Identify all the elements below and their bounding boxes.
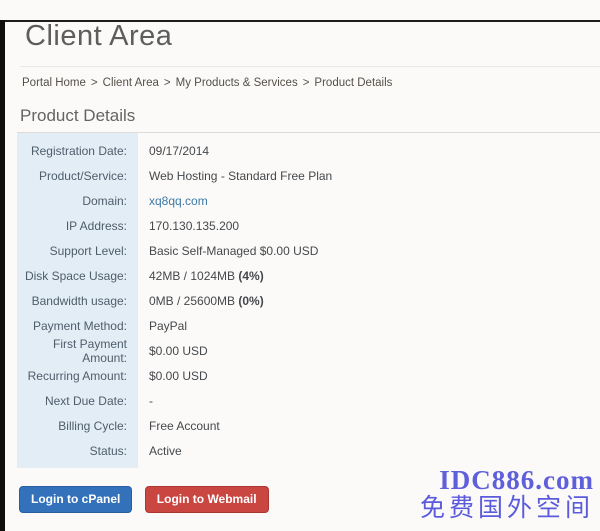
product-service-value: Web Hosting - Standard Free Plan [138,169,332,183]
bandwidth-percent: (0%) [238,294,263,308]
domain-link[interactable]: xq8qq.com [149,194,208,208]
row-label: First Payment Amount: [17,337,138,365]
table-row: Bandwidth usage: 0MB / 25600MB (0%) [17,288,600,313]
status-value: Active [138,444,182,458]
table-row: Next Due Date: - [17,388,600,413]
table-row: First Payment Amount: $0.00 USD [17,338,600,363]
payment-method-value: PayPal [138,319,187,333]
table-row: Status: Active [17,438,600,463]
row-label: Bandwidth usage: [17,294,138,308]
row-label: Support Level: [17,244,138,258]
breadcrumb-link-client-area[interactable]: Client Area [103,77,159,89]
window-top-edge [0,20,600,22]
support-level-value: Basic Self-Managed $0.00 USD [138,244,318,258]
page-title: Client Area [25,20,600,52]
disk-space-amount: 42MB / 1024MB [149,269,238,283]
window-left-edge [0,20,5,531]
breadcrumb-link-portal-home[interactable]: Portal Home [22,77,86,89]
table-row: IP Address: 170.130.135.200 [17,213,600,238]
row-label: Registration Date: [17,144,138,158]
table-row: Billing Cycle: Free Account [17,413,600,438]
breadcrumb-current-page: Product Details [314,77,392,89]
recurring-amount-value: $0.00 USD [138,369,208,383]
row-label: Next Due Date: [17,394,138,408]
bandwidth-usage-value: 0MB / 25600MB (0%) [138,294,264,308]
table-row: Registration Date: 09/17/2014 [17,138,600,163]
row-label: Domain: [17,194,138,208]
table-row: Domain: xq8qq.com [17,188,600,213]
registration-date-value: 09/17/2014 [138,144,209,158]
row-label: Payment Method: [17,319,138,333]
next-due-date-value: - [138,394,153,408]
bandwidth-amount: 0MB / 25600MB [149,294,238,308]
table-row: Support Level: Basic Self-Managed $0.00 … [17,238,600,263]
row-label: Recurring Amount: [17,369,138,383]
button-bar: Login to cPanel Login to Webmail [19,486,600,513]
section-title: Product Details [20,106,600,126]
table-row: Payment Method: PayPal [17,313,600,338]
disk-space-percent: (4%) [238,269,263,283]
breadcrumb-link-my-products-services[interactable]: My Products & Services [176,77,298,89]
row-label: Billing Cycle: [17,419,138,433]
domain-value: xq8qq.com [138,194,208,208]
login-to-cpanel-button[interactable]: Login to cPanel [19,486,132,513]
table-row: Disk Space Usage: 42MB / 1024MB (4%) [17,263,600,288]
breadcrumb-separator: > [164,77,171,89]
title-divider [20,66,600,67]
row-label: Status: [17,444,138,458]
breadcrumb-separator: > [303,77,310,89]
row-label: IP Address: [17,219,138,233]
ip-address-value: 170.130.135.200 [138,219,239,233]
row-label: Disk Space Usage: [17,269,138,283]
table-row: Product/Service: Web Hosting - Standard … [17,163,600,188]
table-row: Recurring Amount: $0.00 USD [17,363,600,388]
disk-space-usage-value: 42MB / 1024MB (4%) [138,269,264,283]
billing-cycle-value: Free Account [138,419,220,433]
login-to-webmail-button[interactable]: Login to Webmail [145,486,269,513]
breadcrumb: Portal Home > Client Area > My Products & Se… [22,77,600,89]
first-payment-amount-value: $0.00 USD [138,344,208,358]
product-details-table: Registration Date: 09/17/2014 Product/Se… [17,133,600,468]
breadcrumb-separator: > [91,77,98,89]
row-label: Product/Service: [17,169,138,183]
